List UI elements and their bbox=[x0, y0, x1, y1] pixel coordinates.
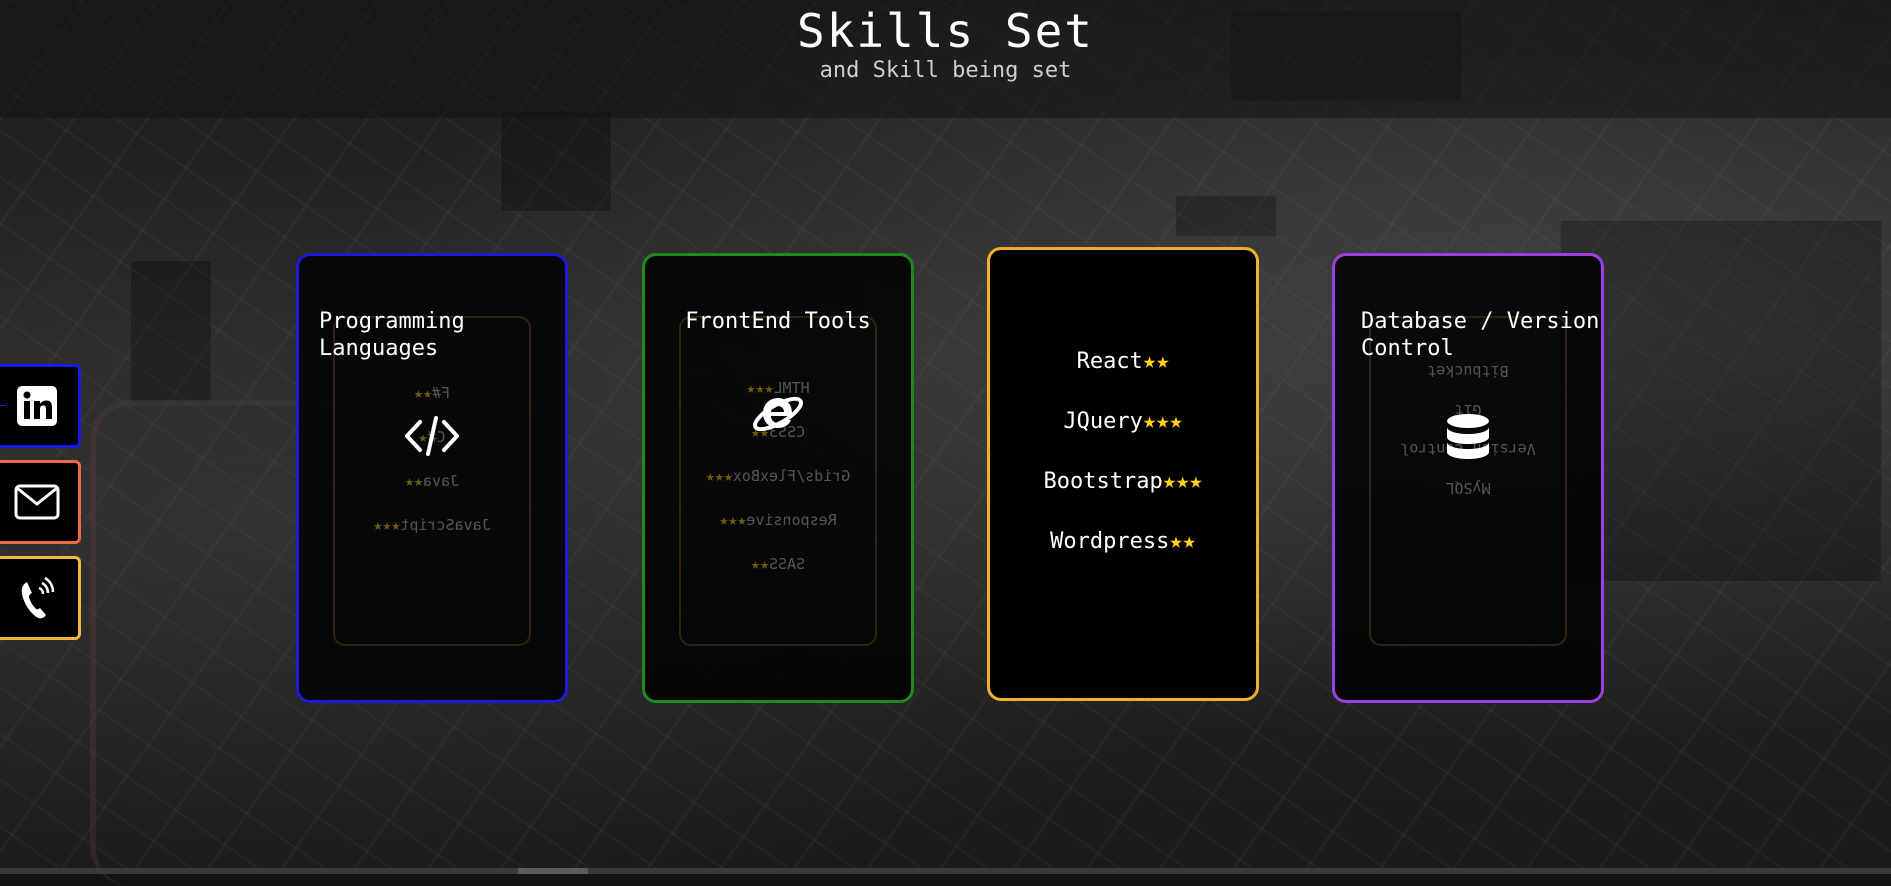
horizontal-scrollbar[interactable] bbox=[0, 868, 1891, 874]
background-motherboard-image bbox=[0, 0, 1891, 886]
code-icon bbox=[405, 416, 459, 456]
skill-item: Responsive★★★ bbox=[719, 511, 837, 529]
skill-item-react: React★★ bbox=[1076, 349, 1170, 374]
frontend-tools-card[interactable]: FrontEnd Tools HTML★★★ CSS3★★ Grids/Flex… bbox=[642, 253, 914, 703]
star-rating: ★★ bbox=[1142, 349, 1170, 374]
skill-list-mirrored: F#★★ C#★ Java★★ JavaScript★★★ bbox=[299, 371, 565, 547]
linkedin-tab-accent bbox=[0, 405, 6, 406]
page-title: Skills Set bbox=[797, 4, 1094, 58]
skill-item: MySQL bbox=[1445, 479, 1491, 497]
page-subtitle: and Skill being set bbox=[819, 58, 1072, 83]
skill-item: Bitbucket bbox=[1427, 362, 1509, 380]
card-title: FrontEnd Tools bbox=[685, 309, 871, 334]
skill-list: React★★ JQuery★★★ Bootstrap★★★ Wordpress… bbox=[990, 332, 1256, 572]
linkedin-icon bbox=[17, 386, 57, 426]
phone-button[interactable] bbox=[0, 556, 81, 640]
skill-item: Java★★ bbox=[404, 472, 460, 490]
email-button[interactable] bbox=[0, 460, 81, 544]
skill-item-wordpress: Wordpress★★ bbox=[1050, 529, 1196, 554]
programming-languages-card[interactable]: Programming Languages F#★★ C#★ Java★★ Ja… bbox=[296, 253, 568, 703]
database-icon bbox=[1447, 414, 1489, 459]
star-rating: ★★★ bbox=[1142, 409, 1183, 434]
internet-explorer-icon bbox=[753, 396, 803, 432]
scrollbar-thumb[interactable] bbox=[518, 868, 588, 874]
skill-item: SASS★★ bbox=[750, 555, 806, 573]
skill-item-bootstrap: Bootstrap★★★ bbox=[1043, 469, 1203, 494]
frameworks-card[interactable]: React★★ JQuery★★★ Bootstrap★★★ Wordpress… bbox=[987, 247, 1259, 701]
linkedin-button[interactable] bbox=[0, 364, 81, 448]
database-version-control-card[interactable]: Database / Version Control Bitbucket Git… bbox=[1332, 253, 1604, 703]
phone-icon bbox=[21, 576, 55, 619]
mail-icon bbox=[14, 484, 60, 520]
skill-item: F#★★ bbox=[413, 384, 451, 402]
skill-item-jquery: JQuery★★★ bbox=[1063, 409, 1183, 434]
star-rating: ★★★ bbox=[1162, 469, 1203, 494]
star-rating: ★★ bbox=[1169, 529, 1196, 554]
skill-item: JavaScript★★★ bbox=[373, 516, 491, 534]
skill-item: Grids/FlexBox★★★ bbox=[705, 467, 851, 485]
card-title: Programming Languages bbox=[319, 309, 465, 361]
